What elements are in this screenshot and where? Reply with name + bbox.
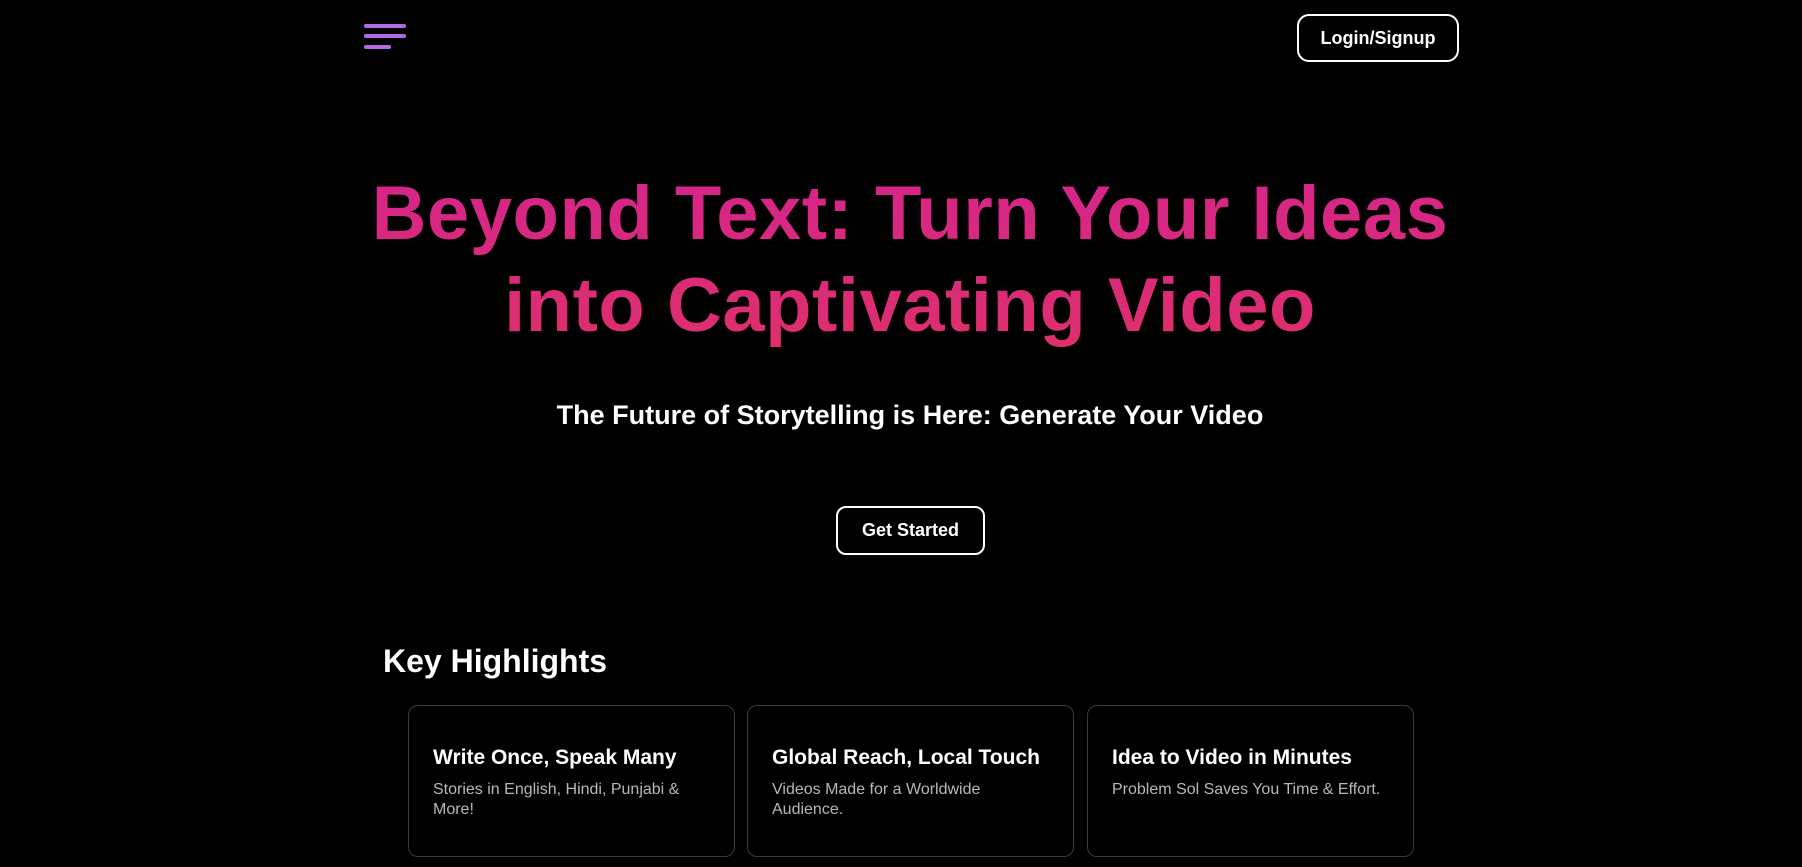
hero-title: Beyond Text: Turn Your Ideas into Captiv…	[300, 168, 1520, 352]
menu-line	[364, 24, 406, 28]
get-started-button[interactable]: Get Started	[836, 506, 985, 555]
highlight-card-text: Stories in English, Hindi, Punjabi & Mor…	[433, 781, 680, 818]
login-signup-button[interactable]: Login/Signup	[1297, 14, 1459, 62]
highlight-card: Global Reach, Local Touch Videos Made fo…	[747, 705, 1074, 857]
hero-title-line-1: Beyond Text: Turn Your Ideas	[371, 171, 1449, 256]
key-highlights-heading: Key Highlights	[383, 643, 608, 679]
highlight-card: Idea to Video in Minutes Problem Sol Sav…	[1087, 705, 1414, 857]
highlight-card-title: Write Once, Speak Many	[433, 746, 677, 769]
highlight-card-title: Global Reach, Local Touch	[772, 746, 1040, 769]
hero-subtitle: The Future of Storytelling is Here: Gene…	[556, 400, 1264, 430]
highlight-card-text: Videos Made for a Worldwide Audience.	[772, 781, 981, 818]
highlight-card-text: Problem Sol Saves You Time & Effort.	[1112, 781, 1381, 798]
hero-title-line-2: into Captivating Video	[504, 263, 1316, 348]
hamburger-menu-icon[interactable]	[364, 22, 408, 52]
highlight-card: Write Once, Speak Many Stories in Englis…	[408, 705, 735, 857]
highlight-card-title: Idea to Video in Minutes	[1112, 746, 1352, 769]
menu-line	[364, 45, 391, 49]
menu-line	[364, 34, 406, 38]
